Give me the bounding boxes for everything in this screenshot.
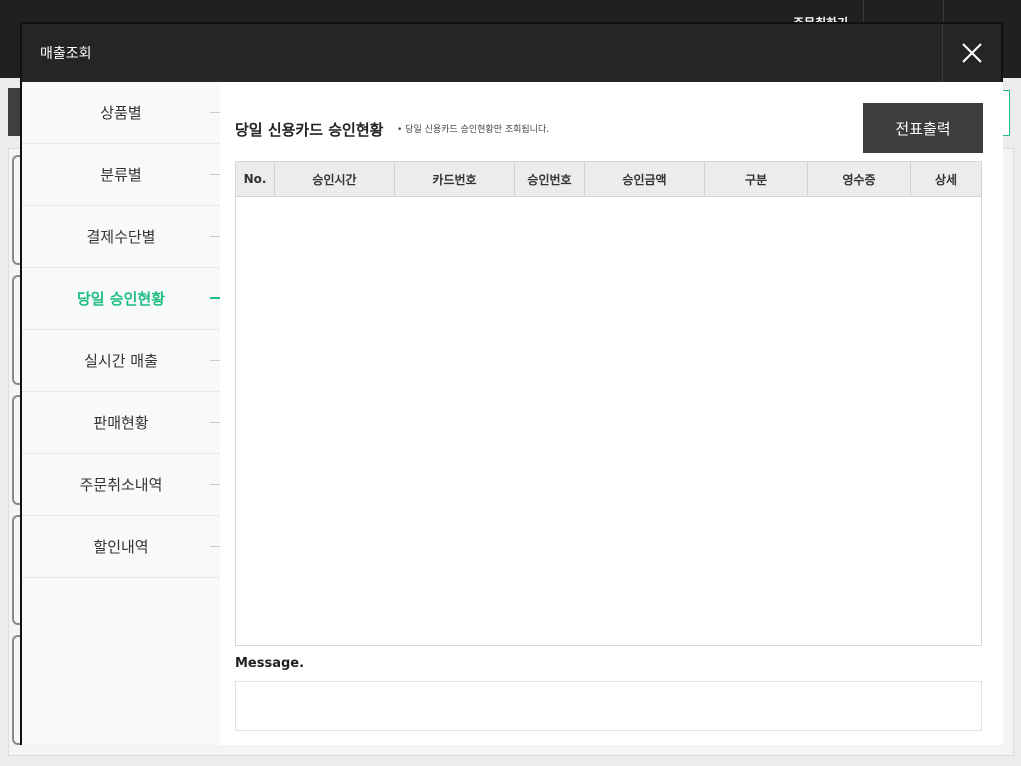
print-receipt-button[interactable]: 전표출력 — [863, 103, 983, 153]
column-header-card-number[interactable]: 카드번호 — [395, 162, 515, 196]
sidebar-item-label: 실시간 매출 — [84, 352, 158, 370]
sidebar-item-by-category[interactable]: 분류별 — [22, 144, 220, 206]
sidebar-item-label: 분류별 — [100, 166, 142, 184]
modal-header: 매출조회 — [22, 24, 1001, 82]
sidebar-item-by-product[interactable]: 상품별 — [22, 82, 220, 144]
sidebar-item-dash — [210, 422, 220, 423]
column-header-receipt[interactable]: 영수증 — [808, 162, 911, 196]
column-header-approval-number[interactable]: 승인번호 — [515, 162, 585, 196]
section-title: 당일 신용카드 승인현황 — [235, 121, 384, 139]
sidebar-item-by-payment-method[interactable]: 결제수단별 — [22, 206, 220, 268]
sidebar-item-dash — [210, 360, 220, 361]
sidebar-item-dash — [210, 484, 220, 485]
column-header-detail[interactable]: 상세 — [911, 162, 981, 196]
sidebar-item-order-cancellations[interactable]: 주문취소내역 — [22, 454, 220, 516]
sidebar-item-label: 당일 승인현황 — [76, 290, 166, 308]
message-box — [235, 681, 982, 731]
column-header-approval-amount[interactable]: 승인금액 — [585, 162, 705, 196]
sidebar-item-label: 할인내역 — [93, 538, 149, 556]
sidebar: 상품별 분류별 결제수단별 당일 승인현황 실시간 매출 판매현황 주문취소내역 — [22, 82, 220, 745]
sidebar-item-dash — [210, 297, 220, 299]
sales-inquiry-modal: 매출조회 상품별 분류별 결제수단별 당일 승인현황 실시간 매출 판매현황 주… — [20, 22, 1003, 745]
modal-title: 매출조회 — [40, 46, 92, 62]
column-header-type[interactable]: 구분 — [705, 162, 808, 196]
sidebar-item-realtime-sales[interactable]: 실시간 매출 — [22, 330, 220, 392]
sidebar-item-sales-status[interactable]: 판매현황 — [22, 392, 220, 454]
column-header-no[interactable]: No. — [236, 162, 275, 196]
sidebar-item-discounts[interactable]: 할인내역 — [22, 516, 220, 578]
sidebar-item-label: 판매현황 — [93, 414, 149, 432]
sidebar-item-label: 결제수단별 — [86, 228, 156, 246]
message-label: Message. — [235, 656, 305, 671]
approval-table: No. 승인시간 카드번호 승인번호 승인금액 구분 영수증 상세 — [235, 161, 982, 646]
background-green-strip — [1002, 90, 1010, 136]
sidebar-item-daily-approval[interactable]: 당일 승인현황 — [22, 268, 220, 330]
sidebar-item-dash — [210, 112, 220, 113]
main-content: 당일 신용카드 승인현황 • 당일 신용카드 승인현황만 조회됩니다. 전표출력… — [220, 82, 1003, 745]
sidebar-item-dash — [210, 546, 220, 547]
sidebar-item-dash — [210, 236, 220, 237]
close-icon — [962, 43, 982, 63]
column-header-approval-time[interactable]: 승인시간 — [275, 162, 395, 196]
table-header: No. 승인시간 카드번호 승인번호 승인금액 구분 영수증 상세 — [236, 162, 981, 197]
close-button[interactable] — [942, 24, 1001, 82]
sidebar-item-dash — [210, 174, 220, 175]
sidebar-item-label: 주문취소내역 — [79, 476, 163, 494]
sidebar-item-label: 상품별 — [100, 104, 142, 122]
section-description: • 당일 신용카드 승인현황만 조회됩니다. — [397, 125, 550, 135]
